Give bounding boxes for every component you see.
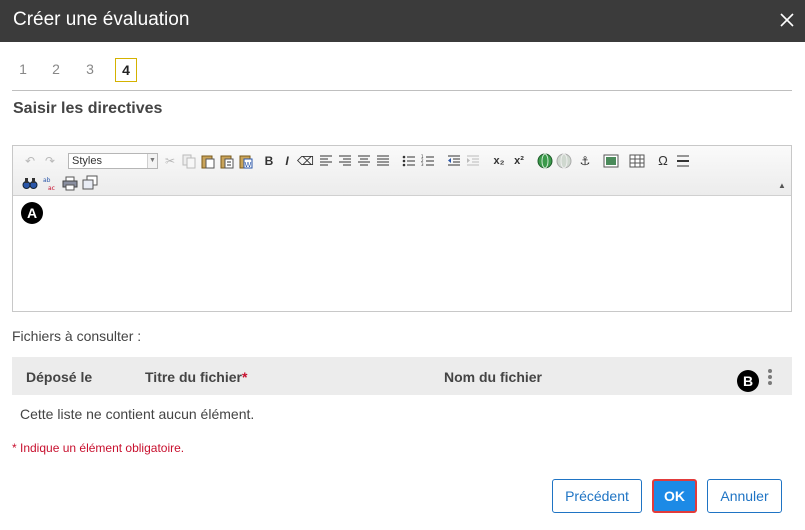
dialog-titlebar: Créer une évaluation: [0, 0, 805, 42]
horizontal-rule-icon[interactable]: [675, 153, 691, 169]
files-label: Fichiers à consulter :: [12, 328, 142, 344]
undo-icon[interactable]: ↶: [22, 153, 38, 169]
column-filename[interactable]: Nom du fichier: [444, 369, 542, 385]
step-3[interactable]: 3: [79, 58, 101, 82]
previous-button[interactable]: Précédent: [552, 479, 642, 513]
directives-edit-area[interactable]: [13, 197, 791, 311]
outdent-icon[interactable]: [446, 153, 462, 169]
italic-icon[interactable]: I: [279, 153, 295, 169]
editor-toolbar: ↶ ↷ Styles ▼ ✂ W B I ⌫ 123 x₂ x² ⚓ Ω ab a…: [13, 146, 791, 196]
align-center-icon[interactable]: [356, 153, 372, 169]
step-1[interactable]: 1: [12, 58, 34, 82]
indent-icon[interactable]: [465, 153, 481, 169]
copy-icon[interactable]: [181, 153, 197, 169]
section-title: Saisir les directives: [13, 100, 163, 117]
column-title-label: Titre du fichier: [145, 369, 242, 385]
align-left-icon[interactable]: [318, 153, 334, 169]
steps-divider: [12, 90, 792, 91]
required-note: * Indique un élément obligatoire.: [12, 441, 185, 455]
remove-format-icon[interactable]: ⌫: [297, 153, 314, 169]
link-icon[interactable]: [537, 153, 553, 169]
image-icon[interactable]: [603, 153, 619, 169]
ok-button[interactable]: OK: [652, 479, 697, 513]
annotation-marker-a: A: [21, 202, 43, 224]
bullet-list-icon[interactable]: [401, 153, 417, 169]
files-table-header: Déposé le Titre du fichier* Nom du fichi…: [12, 357, 792, 395]
redo-icon[interactable]: ↷: [42, 153, 58, 169]
collapse-toolbar-icon[interactable]: ▲: [775, 180, 789, 192]
step-4[interactable]: 4: [115, 58, 137, 82]
annotation-marker-b: B: [737, 370, 759, 392]
cut-icon[interactable]: ✂: [162, 153, 178, 169]
dialog-title: Créer une évaluation: [13, 9, 190, 30]
paste-text-icon[interactable]: [219, 153, 235, 169]
svg-text:ac: ac: [48, 185, 55, 191]
unlink-icon[interactable]: [556, 153, 572, 169]
print-icon[interactable]: [62, 175, 78, 191]
required-mark: *: [241, 369, 248, 385]
preview-icon[interactable]: [82, 175, 98, 191]
bold-icon[interactable]: B: [261, 153, 277, 169]
subscript-icon[interactable]: x₂: [491, 153, 507, 169]
more-options-icon[interactable]: [766, 369, 774, 387]
anchor-icon[interactable]: ⚓: [577, 153, 593, 169]
chevron-down-icon: ▼: [147, 154, 157, 168]
cancel-button[interactable]: Annuler: [707, 479, 782, 513]
rich-text-editor: ↶ ↷ Styles ▼ ✂ W B I ⌫ 123 x₂ x² ⚓ Ω ab a…: [12, 145, 792, 312]
empty-list-message: Cette liste ne contient aucun élément.: [20, 406, 255, 422]
numbered-list-icon[interactable]: 123: [420, 153, 436, 169]
step-2[interactable]: 2: [45, 58, 67, 82]
styles-select-value: Styles: [72, 155, 102, 167]
special-char-icon[interactable]: Ω: [655, 153, 671, 169]
svg-text:3: 3: [421, 162, 424, 167]
close-icon[interactable]: [776, 9, 798, 31]
wizard-steps: 1 2 3 4: [12, 58, 792, 82]
replace-icon[interactable]: abac: [42, 175, 58, 191]
find-icon[interactable]: [22, 175, 38, 191]
styles-select[interactable]: Styles ▼: [68, 153, 158, 169]
table-icon[interactable]: [629, 153, 645, 169]
paste-word-icon[interactable]: W: [238, 153, 254, 169]
svg-text:ab: ab: [43, 177, 51, 184]
column-title[interactable]: Titre du fichier*: [145, 369, 247, 385]
column-deposited[interactable]: Déposé le: [26, 369, 92, 385]
paste-icon[interactable]: [200, 153, 216, 169]
align-right-icon[interactable]: [337, 153, 353, 169]
align-justify-icon[interactable]: [375, 153, 391, 169]
svg-text:W: W: [245, 161, 252, 169]
superscript-icon[interactable]: x²: [511, 153, 527, 169]
